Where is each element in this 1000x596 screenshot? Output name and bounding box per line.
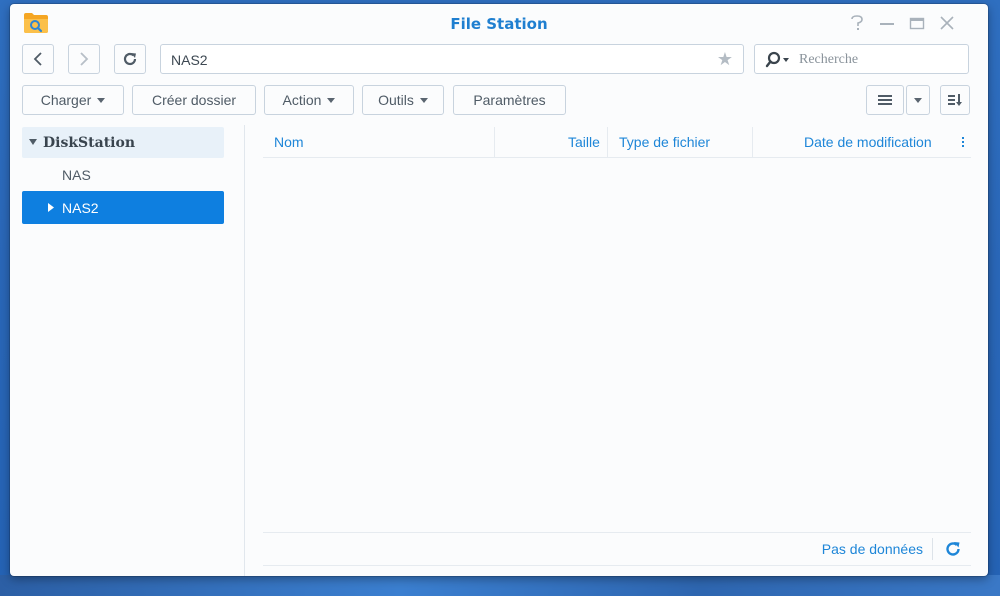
caret-down-icon	[914, 97, 922, 103]
create-folder-button[interactable]: Créer dossier	[132, 85, 256, 115]
list-view-icon	[878, 95, 892, 105]
no-data-status: Pas de données	[821, 541, 923, 557]
caret-down-icon	[97, 97, 106, 103]
forward-button[interactable]	[68, 44, 100, 74]
sort-icon	[948, 94, 962, 106]
column-type[interactable]: Type de fichier	[619, 134, 710, 150]
file-grid-footer: Pas de données	[263, 532, 971, 566]
expand-arrow-icon[interactable]	[29, 139, 37, 146]
star-icon[interactable]: ★	[717, 50, 733, 68]
column-size[interactable]: Taille	[568, 134, 600, 150]
settings-button[interactable]: Paramètres	[453, 85, 566, 115]
column-modified[interactable]: Date de modification	[804, 134, 932, 150]
caret-down-icon	[419, 97, 428, 103]
refresh-button[interactable]	[114, 44, 146, 74]
refresh-icon	[123, 52, 137, 66]
chevron-right-icon	[80, 52, 89, 66]
tree-root-diskstation[interactable]: DiskStation	[22, 127, 224, 158]
column-divider[interactable]	[494, 127, 495, 157]
file-station-window: File Station NAS2 ★ Recherche Charger Cr…	[10, 4, 988, 576]
tools-label: Outils	[378, 92, 414, 108]
action-button[interactable]: Action	[264, 85, 354, 115]
search-box[interactable]	[754, 44, 969, 74]
tree-root-label: DiskStation	[43, 135, 135, 151]
view-dropdown-button[interactable]	[906, 85, 930, 115]
chevron-left-icon	[33, 52, 42, 66]
maximize-icon[interactable]	[906, 13, 928, 33]
list-view-button[interactable]	[866, 85, 904, 115]
search-icon[interactable]	[765, 51, 793, 69]
panel-splitter[interactable]	[244, 125, 245, 576]
tree-item-nas2[interactable]: NAS2	[22, 191, 224, 224]
caret-down-icon	[327, 97, 336, 103]
tree-item-label: NAS2	[62, 200, 99, 216]
search-input[interactable]	[797, 49, 961, 71]
current-path: NAS2	[171, 52, 208, 68]
window-title: File Station	[450, 15, 548, 33]
back-button[interactable]	[22, 44, 54, 74]
column-options-icon[interactable]	[961, 136, 965, 148]
sort-button[interactable]	[940, 85, 970, 115]
upload-label: Charger	[40, 92, 92, 108]
path-field[interactable]: NAS2 ★	[160, 44, 744, 74]
tools-button[interactable]: Outils	[362, 85, 444, 115]
refresh-icon[interactable]	[943, 539, 963, 559]
tree-item-nas[interactable]: NAS	[62, 167, 91, 183]
collapse-arrow-icon[interactable]	[48, 203, 54, 212]
column-divider[interactable]	[752, 127, 753, 157]
minimize-icon[interactable]	[876, 13, 898, 33]
action-label: Action	[282, 92, 322, 108]
column-name[interactable]: Nom	[274, 134, 304, 150]
create-folder-label: Créer dossier	[151, 92, 237, 108]
footer-divider	[932, 538, 933, 560]
file-grid-header: Nom Taille Type de fichier Date de modif…	[263, 127, 971, 158]
close-icon[interactable]	[936, 13, 958, 33]
column-divider[interactable]	[607, 127, 608, 157]
settings-label: Paramètres	[473, 92, 546, 108]
upload-button[interactable]: Charger	[22, 85, 124, 115]
title-bar[interactable]: File Station	[10, 4, 988, 42]
help-icon[interactable]	[846, 13, 868, 33]
desktop-background	[0, 575, 1000, 596]
